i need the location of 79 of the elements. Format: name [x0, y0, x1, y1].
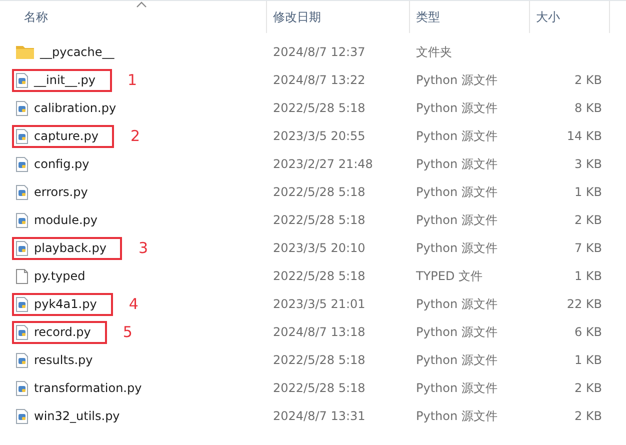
- modified-date: 2023/2/27 21:48: [272, 157, 374, 171]
- python-file-icon: [16, 380, 28, 396]
- file-type: Python 源文件: [415, 296, 498, 312]
- file-name[interactable]: record.py: [34, 325, 91, 339]
- modified-date: 2022/5/28 5:18: [272, 213, 366, 227]
- file-name[interactable]: __init__.py: [34, 73, 96, 87]
- annotation-number: 2: [130, 127, 140, 145]
- folder-icon: [16, 45, 34, 59]
- file-size: 2 KB: [573, 213, 603, 227]
- modified-date: 2022/5/28 5:18: [272, 185, 366, 199]
- file-size: 14 KB: [566, 129, 603, 143]
- modified-date: 2024/8/7 12:37: [272, 45, 366, 59]
- file-type: Python 源文件: [415, 408, 498, 424]
- modified-date: 2022/5/28 5:18: [272, 353, 366, 367]
- file-name[interactable]: capture.py: [34, 129, 98, 143]
- file-type: 文件夹: [415, 44, 453, 60]
- python-file-icon: [16, 184, 28, 200]
- file-name[interactable]: pyk4a1.py: [34, 297, 97, 311]
- file-type: TYPED 文件: [415, 268, 484, 284]
- annotation-number: 5: [122, 323, 132, 341]
- modified-date: 2022/5/28 5:18: [272, 269, 366, 283]
- python-file-icon: [16, 156, 28, 172]
- python-file-icon: [16, 408, 28, 424]
- file-name[interactable]: __pycache__: [40, 45, 114, 59]
- file-type: Python 源文件: [415, 128, 498, 144]
- annotation-number: 3: [138, 239, 148, 257]
- python-file-icon: [16, 72, 28, 88]
- file-name[interactable]: results.py: [34, 353, 93, 367]
- modified-date: 2023/3/5 20:10: [272, 241, 366, 255]
- file-type: Python 源文件: [415, 324, 498, 340]
- file-size: 8 KB: [573, 101, 603, 115]
- modified-date: 2022/5/28 5:18: [272, 381, 366, 395]
- python-file-icon: [16, 100, 28, 116]
- sort-caret-icon: [136, 1, 147, 8]
- column-header[interactable]: 名称: [0, 1, 267, 33]
- modified-date: 2024/8/7 13:22: [272, 73, 366, 87]
- file-type: Python 源文件: [415, 240, 498, 256]
- file-name[interactable]: calibration.py: [34, 101, 116, 115]
- file-size: 7 KB: [573, 241, 603, 255]
- file-type: Python 源文件: [415, 156, 498, 172]
- file-type: Python 源文件: [415, 212, 498, 228]
- python-file-icon: [16, 240, 28, 256]
- annotation-number: 4: [128, 295, 138, 313]
- file-icon: [16, 268, 28, 284]
- file-name[interactable]: playback.py: [34, 241, 106, 255]
- file-name[interactable]: errors.py: [34, 185, 88, 199]
- file-size: 3 KB: [573, 157, 603, 171]
- python-file-icon: [16, 324, 28, 340]
- modified-date: 2023/3/5 21:01: [272, 297, 366, 311]
- file-type: Python 源文件: [415, 100, 498, 116]
- file-type: Python 源文件: [415, 380, 498, 396]
- python-file-icon: [16, 296, 28, 312]
- file-size: 1 KB: [573, 353, 603, 367]
- file-size: 2 KB: [573, 73, 603, 87]
- python-file-icon: [16, 128, 28, 144]
- file-type: Python 源文件: [415, 72, 498, 88]
- python-file-icon: [16, 212, 28, 228]
- column-header[interactable]: 类型: [410, 1, 530, 33]
- file-size: 6 KB: [573, 325, 603, 339]
- file-size: 1 KB: [573, 185, 603, 199]
- annotation-number: 1: [128, 71, 138, 89]
- file-type: Python 源文件: [415, 352, 498, 368]
- modified-date: 2022/5/28 5:18: [272, 101, 366, 115]
- modified-date: 2024/8/7 13:31: [272, 409, 366, 423]
- file-name[interactable]: transformation.py: [34, 381, 142, 395]
- modified-date: 2023/3/5 20:55: [272, 129, 366, 143]
- python-file-icon: [16, 352, 28, 368]
- column-header[interactable]: 修改日期: [267, 1, 410, 33]
- file-size: 1 KB: [573, 269, 603, 283]
- file-name[interactable]: win32_utils.py: [34, 409, 120, 423]
- file-name[interactable]: module.py: [34, 213, 98, 227]
- file-size: 22 KB: [566, 297, 603, 311]
- file-name[interactable]: config.py: [34, 157, 90, 171]
- file-name[interactable]: py.typed: [34, 269, 86, 283]
- column-header[interactable]: 大小: [530, 1, 610, 33]
- file-type: Python 源文件: [415, 184, 498, 200]
- file-size: 2 KB: [573, 409, 603, 423]
- file-size: 2 KB: [573, 381, 603, 395]
- modified-date: 2024/8/7 13:18: [272, 325, 366, 339]
